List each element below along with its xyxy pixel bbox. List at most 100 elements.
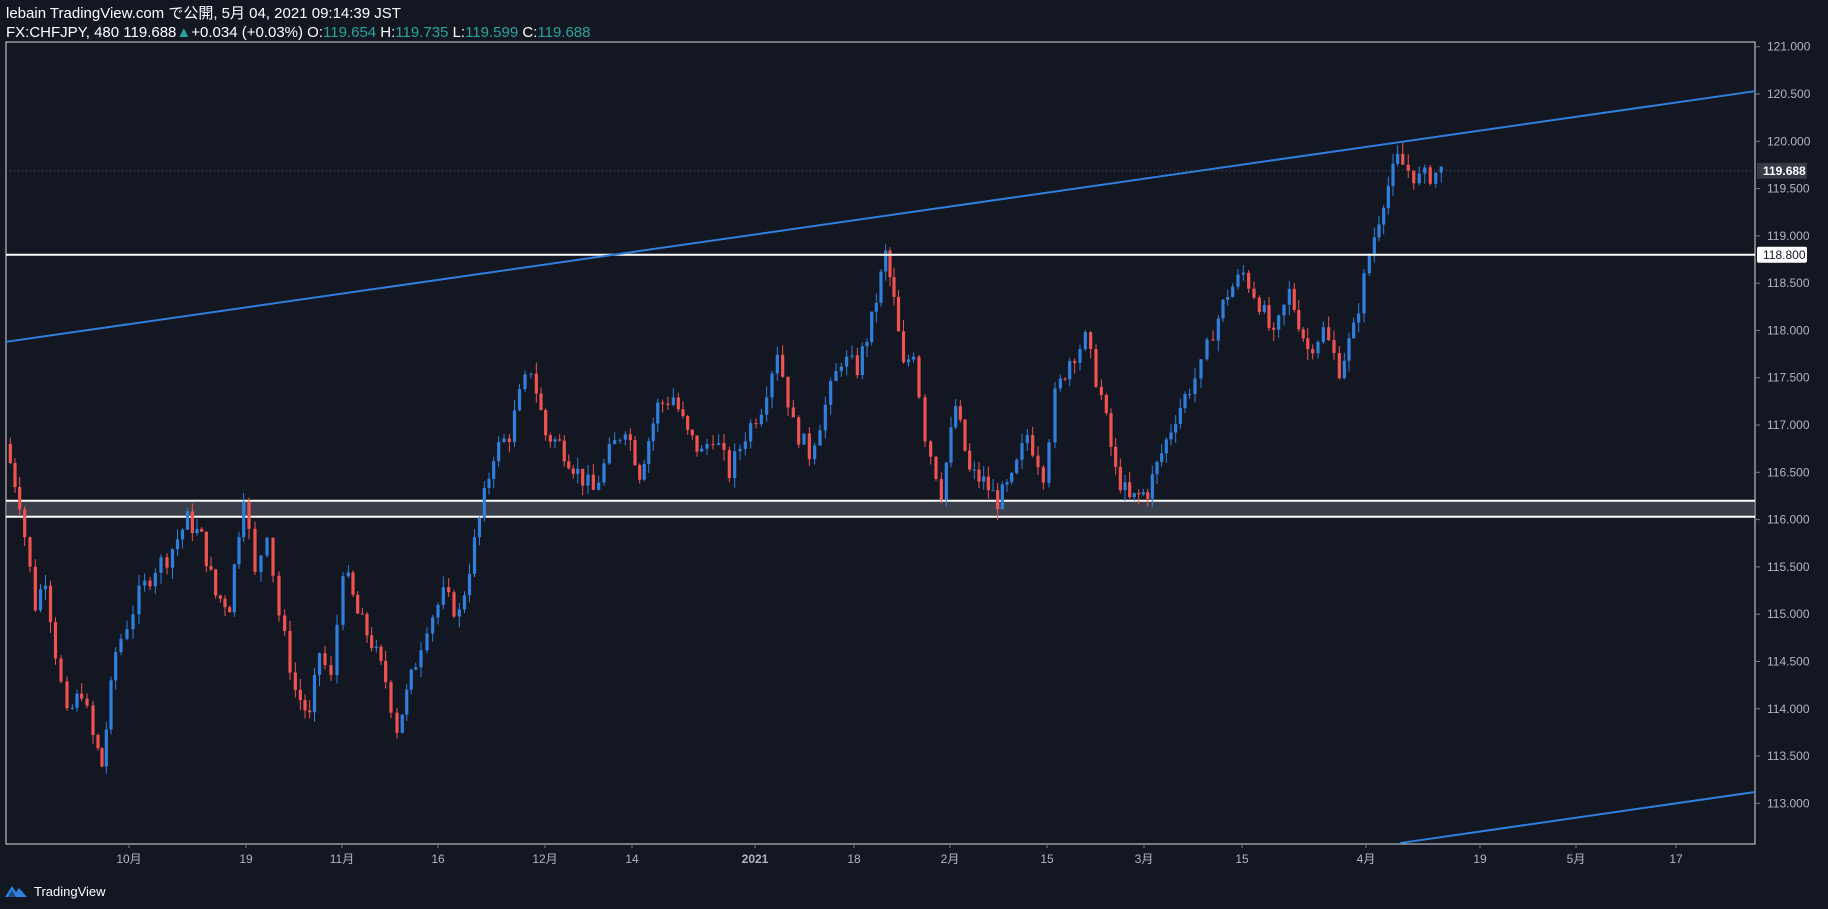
candle-body	[666, 403, 670, 405]
candle-body	[492, 461, 496, 479]
candle-body	[13, 463, 17, 488]
candle-body	[982, 476, 986, 482]
candle-body	[633, 440, 637, 466]
candle-body	[395, 712, 399, 733]
candle-body	[722, 442, 726, 451]
price-chart[interactable]: 121.000 120.500 120.000 119.500 119.000 118.5…	[0, 0, 1828, 909]
candle-body	[1174, 423, 1178, 433]
candle-body	[642, 463, 646, 480]
candle-body	[1183, 394, 1187, 409]
candle-body	[581, 468, 585, 486]
x-tick-label: 11月	[330, 852, 354, 866]
candle-body	[1053, 388, 1057, 443]
candle-body	[148, 580, 152, 587]
candle-body	[647, 441, 651, 464]
candle-body	[109, 680, 113, 730]
time-axis[interactable]: 10月 19 11月 16 12月 14 2021 18 2月 15 3月 15 4月 19 5月 17	[116, 844, 1683, 866]
candle-body	[1211, 339, 1215, 341]
candle-body	[467, 573, 472, 596]
candle-body	[1362, 273, 1366, 314]
candle-body	[119, 638, 123, 653]
candle-body	[335, 624, 339, 676]
x-tick-label: 19	[239, 852, 253, 866]
candle-body	[1036, 455, 1040, 468]
candle-body	[865, 341, 869, 347]
candle-body	[553, 439, 557, 442]
candle-body	[1357, 313, 1361, 323]
candle-body	[1141, 492, 1145, 495]
candle-body	[906, 359, 911, 363]
footer-brand: TradingView	[34, 883, 106, 899]
candle-body	[743, 441, 747, 449]
candle-body	[1178, 408, 1182, 424]
candle-body	[1231, 286, 1235, 297]
candle-body	[972, 469, 976, 471]
candle-body	[770, 373, 774, 398]
candle-body	[818, 430, 822, 446]
candle-body	[1123, 482, 1127, 491]
candle-body	[700, 448, 704, 452]
candle-body	[1396, 153, 1400, 164]
y-tick-label: 121.000	[1767, 40, 1811, 54]
candle-body	[571, 468, 575, 474]
price-axis[interactable]: 121.000 120.500 120.000 119.500 119.000 118.5…	[1755, 40, 1811, 811]
candle-body	[1306, 338, 1310, 350]
y-tick-label: 117.000	[1767, 418, 1810, 432]
y-tick-label: 119.500	[1767, 182, 1810, 196]
candle-body	[431, 617, 435, 634]
candle-body	[1118, 466, 1122, 491]
candle-body	[137, 585, 141, 615]
candle-body	[487, 478, 491, 488]
candle-body	[823, 404, 827, 431]
drawings[interactable]	[5, 90, 1756, 845]
y-tick-label: 113.500	[1767, 749, 1810, 763]
candle-body	[797, 417, 801, 445]
candle-body	[317, 653, 322, 675]
candle-body	[1382, 208, 1386, 225]
candle-body	[802, 433, 806, 445]
candle-body	[991, 490, 995, 492]
candle-body	[786, 376, 790, 408]
candle-body	[253, 528, 257, 572]
candle-body	[436, 604, 440, 618]
candle-body	[1241, 272, 1245, 275]
candle-body	[738, 448, 742, 452]
candle-body	[1146, 492, 1150, 499]
candle-body	[425, 633, 429, 651]
candle-body	[1128, 482, 1132, 498]
x-tick-label: 19	[1473, 852, 1487, 866]
candle-body	[143, 580, 147, 586]
candle-body	[356, 594, 360, 614]
candle-body	[1205, 339, 1209, 360]
candle-body	[153, 572, 157, 587]
candle-body	[1104, 395, 1108, 414]
candle-body	[441, 587, 445, 605]
candle-body	[237, 537, 241, 565]
candle-body	[1089, 332, 1093, 349]
candle-body	[502, 438, 506, 443]
candle-body	[190, 511, 194, 534]
candle-body	[1272, 327, 1276, 330]
candle-body	[38, 589, 43, 611]
candle-body	[100, 748, 104, 767]
y-tick-label: 117.500	[1767, 371, 1810, 385]
candle-body	[346, 572, 350, 577]
candle-body	[1160, 453, 1164, 463]
candle-body	[303, 700, 307, 711]
lower-trendline	[1399, 790, 1756, 845]
candle-body	[954, 406, 958, 428]
candle-body	[33, 566, 37, 611]
candle-body	[1337, 353, 1341, 379]
y-tick-label: 118.000	[1767, 323, 1810, 337]
candle-body	[1058, 378, 1062, 389]
candle-body	[681, 409, 685, 417]
candle-body	[1063, 378, 1067, 380]
candle-body	[1327, 327, 1331, 341]
candle-body	[1078, 349, 1082, 363]
candle-body	[765, 397, 769, 415]
candle-body	[1150, 474, 1154, 499]
candle-body	[329, 665, 333, 676]
candle-body	[125, 629, 129, 639]
candle-body	[558, 439, 562, 441]
x-tick-label: 15	[1040, 852, 1054, 866]
